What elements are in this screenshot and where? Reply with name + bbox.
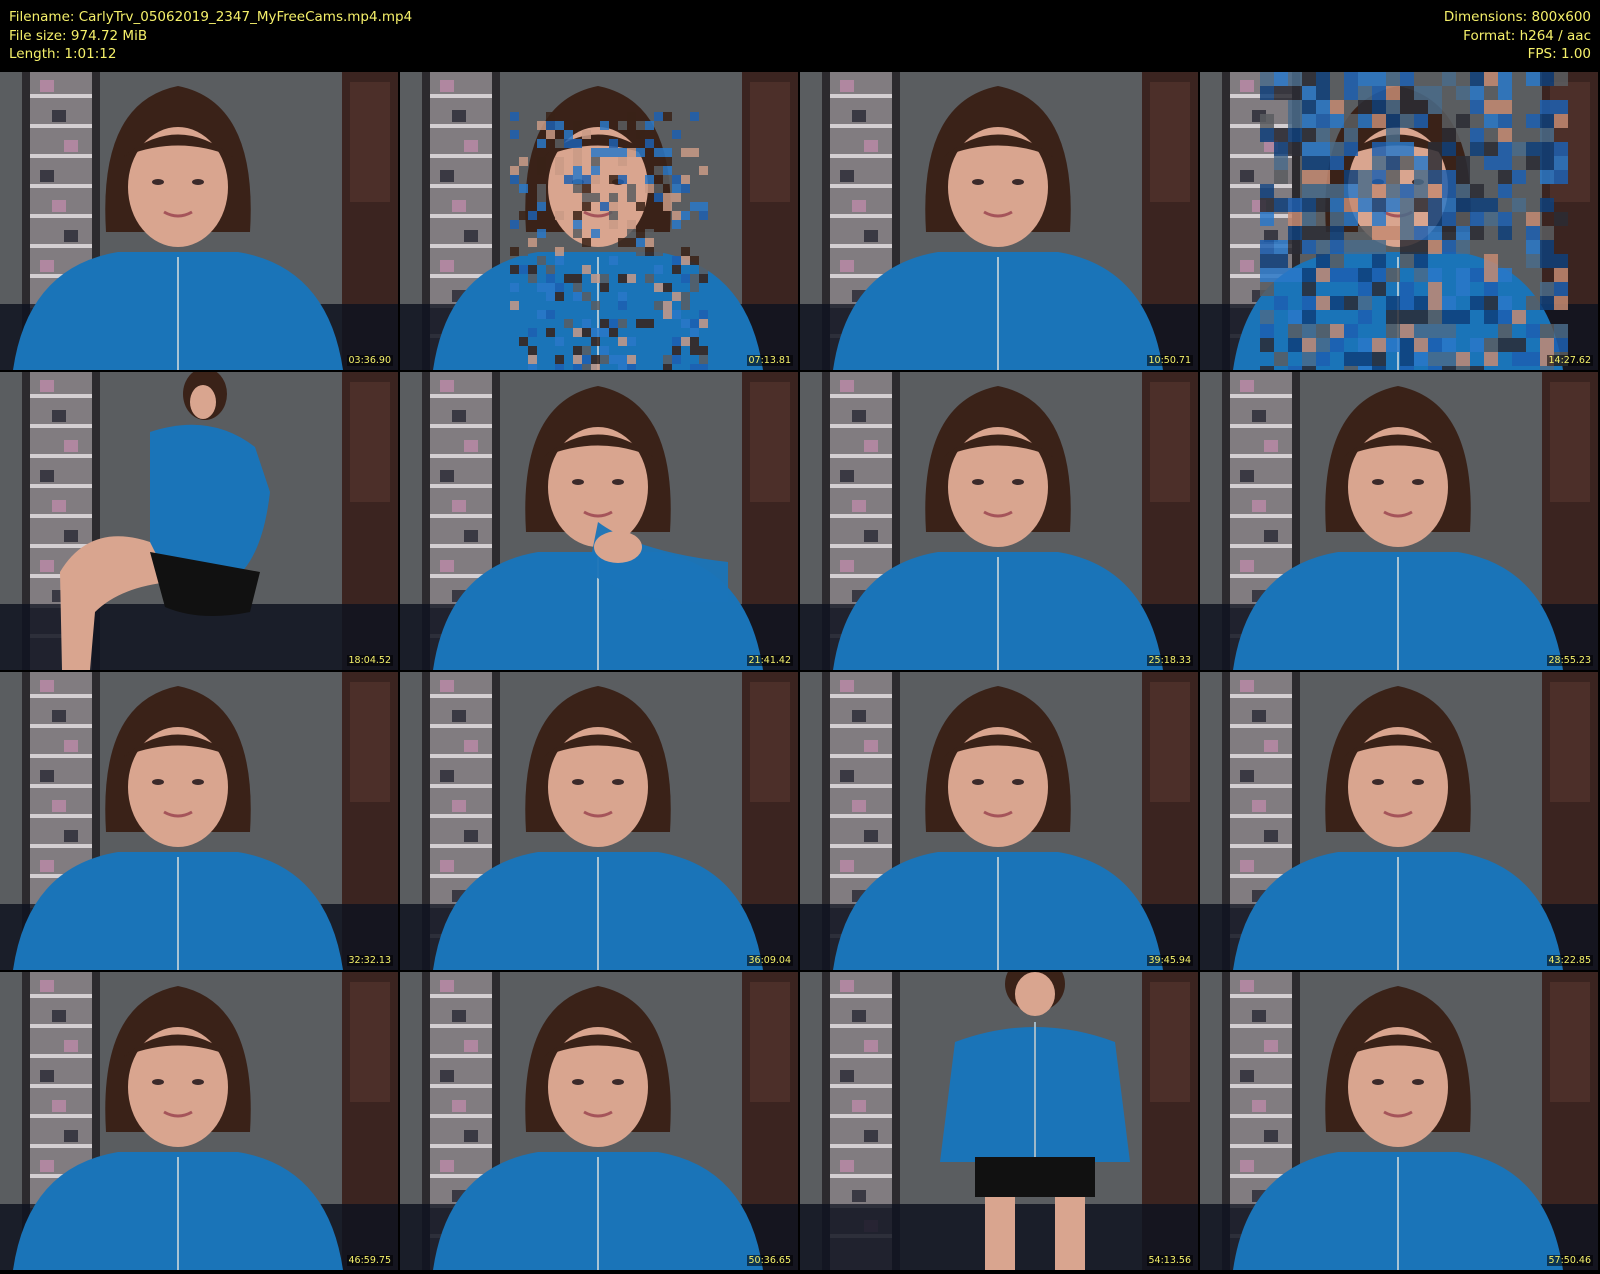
- filename-text: Filename: CarlyTrv_05062019_2347_MyFreeC…: [9, 9, 413, 25]
- frame-timestamp: 07:13.81: [746, 355, 793, 366]
- frame-image: [800, 672, 1198, 970]
- video-frame-thumbnail: 57:50.46: [1200, 972, 1598, 1270]
- video-frame-thumbnail: 43:22.85: [1200, 672, 1598, 970]
- frame-image: [400, 372, 798, 670]
- frame-timestamp: 18:04.52: [346, 655, 393, 666]
- frame-image: [1200, 972, 1598, 1270]
- frame-timestamp: 46:59.75: [346, 1255, 393, 1266]
- frame-timestamp: 54:13.56: [1146, 1255, 1193, 1266]
- frame-timestamp: 57:50.46: [1546, 1255, 1593, 1266]
- frame-timestamp: 43:22.85: [1546, 955, 1593, 966]
- frame-timestamp: 50:36.65: [746, 1255, 793, 1266]
- fps-text: FPS: 1.00: [1527, 46, 1591, 62]
- frame-image: [0, 672, 398, 970]
- video-frame-thumbnail: 46:59.75: [0, 972, 398, 1270]
- frame-image: [400, 72, 798, 370]
- video-frame-thumbnail: 54:13.56: [800, 972, 1198, 1270]
- frame-timestamp: 28:55.23: [1546, 655, 1593, 666]
- thumbnail-grid: 03:36.90 07:13.81 10:50.71 14:27.62 18:04.52…: [0, 72, 1600, 1274]
- video-frame-thumbnail: 14:27.62: [1200, 72, 1598, 370]
- video-frame-thumbnail: 21:41.42: [400, 372, 798, 670]
- frame-image: [0, 372, 398, 670]
- frame-timestamp: 36:09.04: [746, 955, 793, 966]
- frame-image: [800, 972, 1198, 1270]
- frame-image: [800, 72, 1198, 370]
- frame-timestamp: 39:45.94: [1146, 955, 1193, 966]
- length-text: Length: 1:01:12: [9, 46, 117, 62]
- header-bar: Filename: CarlyTrv_05062019_2347_MyFreeC…: [0, 0, 1600, 72]
- video-frame-thumbnail: 28:55.23: [1200, 372, 1598, 670]
- frame-image: [0, 972, 398, 1270]
- frame-timestamp: 03:36.90: [346, 355, 393, 366]
- file-info-left: Filename: CarlyTrv_05062019_2347_MyFreeC…: [9, 8, 412, 64]
- video-frame-thumbnail: 39:45.94: [800, 672, 1198, 970]
- video-frame-thumbnail: 10:50.71: [800, 72, 1198, 370]
- video-frame-thumbnail: 50:36.65: [400, 972, 798, 1270]
- frame-image: [400, 672, 798, 970]
- video-frame-thumbnail: 32:32.13: [0, 672, 398, 970]
- frame-image: [1200, 372, 1598, 670]
- format-text: Format: h264 / aac: [1463, 27, 1591, 44]
- frame-timestamp: 21:41.42: [746, 655, 793, 666]
- frame-image: [400, 972, 798, 1270]
- video-frame-thumbnail: 18:04.52: [0, 372, 398, 670]
- video-frame-thumbnail: 25:18.33: [800, 372, 1198, 670]
- frame-image: [1200, 672, 1598, 970]
- frame-timestamp: 14:27.62: [1546, 355, 1593, 366]
- dimensions-text: Dimensions: 800x600: [1443, 9, 1591, 25]
- frame-image: [800, 372, 1198, 670]
- frame-image: [0, 72, 398, 370]
- frame-timestamp: 25:18.33: [1146, 655, 1193, 666]
- frame-timestamp: 32:32.13: [346, 955, 393, 966]
- video-frame-thumbnail: 07:13.81: [400, 72, 798, 370]
- file-info-right: Dimensions: 800x600 Format: h264 / aac F…: [1444, 8, 1591, 64]
- video-frame-thumbnail: 03:36.90: [0, 72, 398, 370]
- frame-timestamp: 10:50.71: [1146, 355, 1193, 366]
- frame-image: [1200, 72, 1598, 370]
- video-frame-thumbnail: 36:09.04: [400, 672, 798, 970]
- filesize-text: File size: 974.72 MiB: [9, 27, 148, 44]
